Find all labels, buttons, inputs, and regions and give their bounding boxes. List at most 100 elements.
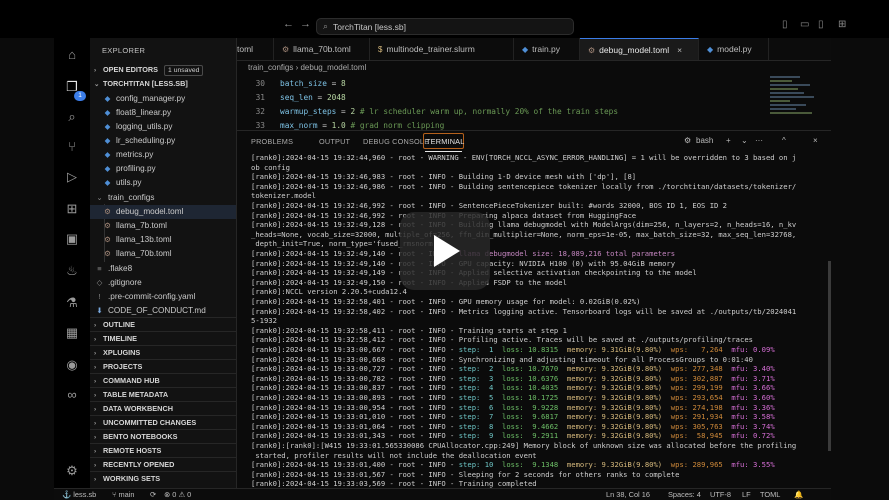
terminal-text: INFO	[428, 181, 446, 191]
command-hub-section[interactable]: › COMMAND HUB	[90, 373, 236, 386]
table-metadata-section[interactable]: › TABLE METADATA	[90, 387, 236, 400]
tab-multinode-trainer[interactable]: $ multinode_trainer.slurm	[370, 38, 514, 60]
video-play-button[interactable]	[400, 212, 490, 290]
split-terminal-chevron-icon[interactable]: ⌄	[741, 136, 748, 145]
file-label: CODE_OF_CONDUCT.md	[108, 306, 206, 315]
tree-file[interactable]: ◆ lr_scheduling.py	[90, 134, 236, 148]
terminal-text: 9.6817	[527, 412, 559, 422]
remote-hosts-section[interactable]: › REMOTE HOSTS	[90, 443, 236, 456]
bookmark-icon[interactable]: ▦	[63, 324, 81, 342]
toggle-sidebar-icon[interactable]: ▯	[782, 19, 788, 30]
code-editor[interactable]: 30 batch_size = 8 31 seq_len = 2048 32 w…	[237, 74, 831, 130]
file-label: utils.py	[116, 178, 142, 187]
tree-file[interactable]: ◆ utils.py	[90, 176, 236, 190]
terminal-text: 3.40%	[753, 364, 775, 374]
back-arrow-icon[interactable]: ←	[283, 18, 294, 30]
tab-train-py[interactable]: ◆ train.py	[514, 38, 580, 60]
workspace-root-section[interactable]: ⌄ TORCHTITAN [LESS.SB]	[90, 77, 236, 90]
tab-problems[interactable]: PROBLEMS	[251, 137, 293, 146]
terminal-text: - Profiling active. Traces will be saved…	[445, 335, 753, 345]
tree-file[interactable]: ◆ config_manager.py	[90, 92, 236, 106]
terminal-text: [rank0]:2024-04-15 19:32:58,401 - root -	[251, 297, 429, 306]
forward-arrow-icon[interactable]: →	[300, 18, 311, 30]
tab-output[interactable]: OUTPUT	[319, 137, 350, 146]
indentation[interactable]: Spaces: 4	[668, 490, 701, 499]
tab-label: multinode_trainer.slurm	[386, 44, 475, 54]
tree-file[interactable]: ◆ profiling.py	[90, 162, 236, 176]
close-panel-icon[interactable]: ×	[813, 136, 818, 145]
open-editors-section[interactable]: › OPEN EDITORS 1 unsaved	[90, 63, 236, 76]
terminal-line: [rank0]:2024-04-15 19:33:01,010 - root -…	[251, 412, 775, 422]
settings-gear-icon[interactable]: ⚙	[63, 462, 81, 480]
tab-toml[interactable]: toml	[237, 38, 274, 60]
bell-icon[interactable]: 🔔	[794, 490, 803, 499]
customize-layout-icon[interactable]: ⊞	[838, 19, 846, 30]
sync-icon[interactable]: ⟳	[150, 490, 156, 499]
bento-notebooks-section[interactable]: › BENTO NOTEBOOKS	[90, 429, 236, 442]
terminal-text: INFO	[428, 172, 446, 182]
play-circle-icon[interactable]: ◉	[63, 356, 81, 374]
tree-file[interactable]: ◆ logging_utils.py	[90, 120, 236, 134]
run-debug-icon[interactable]: ▷	[63, 168, 81, 186]
tree-file[interactable]: ⚙ llama_7b.toml	[90, 219, 236, 233]
home-icon[interactable]: ⌂	[63, 46, 81, 64]
flame-icon[interactable]: ♨	[63, 262, 81, 280]
projects-section[interactable]: › PROJECTS	[90, 359, 236, 372]
cursor-position[interactable]: Ln 38, Col 16	[606, 490, 650, 499]
search-icon[interactable]: ⌕	[63, 108, 81, 126]
encoding[interactable]: UTF-8	[710, 490, 731, 499]
breadcrumb[interactable]: train_configs › debug_model.toml	[248, 63, 366, 72]
section-label: REMOTE HOSTS	[103, 446, 162, 455]
chevron-right-icon: ›	[94, 476, 97, 483]
tab-model-py[interactable]: ◆ model.py	[699, 38, 769, 60]
more-actions-icon[interactable]: ···	[755, 136, 763, 145]
recently-opened-section[interactable]: › RECENTLY OPENED	[90, 457, 236, 470]
tab-debug-model[interactable]: ⚙ debug_model.toml ×	[580, 38, 699, 60]
language-mode[interactable]: TOML	[760, 490, 780, 499]
terminal-text: 9.32GiB(9.80%)	[601, 421, 663, 431]
tree-file[interactable]: ◆ float8_linear.py	[90, 106, 236, 120]
toggle-secondary-sidebar-icon[interactable]: ▯	[818, 19, 824, 30]
line-ending[interactable]: LF	[742, 490, 751, 499]
git-branch-indicator[interactable]: ⑂ main	[112, 490, 135, 499]
terminal-shell-label[interactable]: bash	[696, 136, 713, 145]
toggle-panel-icon[interactable]: ▭	[800, 19, 809, 30]
tab-llama-70b[interactable]: ⚙ llama_70b.toml	[274, 38, 370, 60]
tree-file[interactable]: ≡ .flake8	[90, 262, 236, 276]
extensions-icon[interactable]: ⊞	[63, 200, 81, 218]
terminal-shell-icon[interactable]: ⚙	[684, 136, 691, 145]
tree-file[interactable]: ⬇ CODE_OF_CONDUCT.md	[90, 304, 236, 318]
tab-debug-console[interactable]: DEBUG CONSOLE	[363, 137, 429, 146]
problems-indicator[interactable]: ⊗ 0 ⚠ 0	[164, 490, 191, 499]
tab-terminal[interactable]: TERMINAL	[426, 137, 465, 146]
outline-section[interactable]: › OUTLINE	[90, 317, 236, 330]
minimap[interactable]	[770, 74, 820, 128]
new-terminal-icon[interactable]: +	[726, 136, 731, 145]
close-icon[interactable]: ×	[677, 45, 682, 55]
terminal-text: 3.58%	[753, 412, 775, 422]
timeline-section[interactable]: › TIMELINE	[90, 331, 236, 344]
command-center[interactable]: ⌕ TorchTitan [less.sb]	[316, 18, 574, 35]
tree-file-selected[interactable]: ⚙ debug_model.toml	[90, 205, 236, 219]
tree-folder-train-configs[interactable]: ⌄ train_configs	[90, 191, 236, 205]
data-workbench-section[interactable]: › DATA WORKBENCH	[90, 401, 236, 414]
xplugins-section[interactable]: › XPLUGINS	[90, 345, 236, 358]
maximize-panel-icon[interactable]: ^	[782, 136, 786, 145]
terminal-scrollbar[interactable]	[828, 261, 831, 451]
working-sets-section[interactable]: › WORKING SETS	[90, 471, 236, 484]
tree-file[interactable]: ⚙ llama_70b.toml	[90, 247, 236, 261]
testing-icon[interactable]: ⚗	[63, 294, 81, 312]
tree-file[interactable]: ◆ metrics.py	[90, 148, 236, 162]
uncommitted-changes-section[interactable]: › UNCOMMITTED CHANGES	[90, 415, 236, 428]
tree-file[interactable]: ◇ .gitignore	[90, 276, 236, 290]
tree-file[interactable]: ⚙ llama_13b.toml	[90, 233, 236, 247]
tree-file[interactable]: ! .pre-commit-config.yaml	[90, 290, 236, 304]
terminal-text: memory:	[558, 402, 602, 412]
meta-icon[interactable]: ∞	[63, 386, 81, 404]
remote-host-indicator[interactable]: ⚓ less.sb	[62, 490, 96, 499]
terminal-text: - ENV[TORCH_NCCL_ASYNC_ERROR_HANDLING] =…	[458, 153, 797, 162]
terminal-output[interactable]: [rank0]:2024-04-15 19:32:44,960 - root -…	[237, 153, 831, 488]
source-control-icon[interactable]: ⑂	[63, 138, 81, 156]
remote-explorer-icon[interactable]: ▣	[63, 230, 81, 248]
tab-label: model.py	[717, 44, 752, 54]
